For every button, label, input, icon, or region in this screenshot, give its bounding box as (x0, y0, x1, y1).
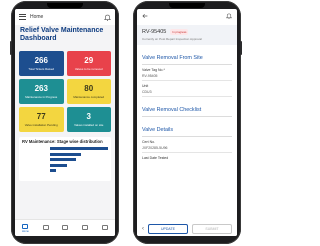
chart-bar-row (22, 168, 108, 174)
phone-notch (169, 3, 205, 8)
chart-bar (50, 158, 77, 162)
valve-tag-label: Valve Tag No.* (142, 68, 165, 72)
nav-label: Home (21, 229, 29, 233)
stat-value: 266 (34, 55, 48, 65)
stat-tile[interactable]: 80 Maintenance completed (66, 79, 111, 104)
bell-icon[interactable] (104, 14, 111, 21)
nav-item[interactable]: Home (21, 223, 29, 233)
nav-icon (42, 225, 49, 230)
volume-button (10, 41, 12, 55)
stat-label: Valves installed on site (74, 122, 104, 127)
stat-label: Maintenance in Progress (25, 94, 58, 99)
stat-label: Valve installation Pending (24, 122, 58, 127)
record-detail-screen: RV-95405 In progress Currently at: Post … (137, 9, 237, 236)
nav-item[interactable] (42, 225, 49, 231)
cert-no-value[interactable]: JXF20285-5U96 (142, 146, 232, 153)
valve-tag-field[interactable]: Valve Tag No.* RV-95405 (142, 68, 232, 81)
stats-grid: 266 Total Tickets Raised 29 Valves to be re… (15, 43, 115, 132)
valve-tag-value[interactable]: RV-95405 (142, 74, 232, 81)
stat-value: 77 (36, 111, 46, 121)
detail-topbar (137, 9, 237, 23)
nav-icon (22, 223, 29, 229)
stat-tile[interactable]: 263 Maintenance in Progress (19, 79, 64, 104)
status-badge: In progress (170, 29, 189, 35)
action-footer: ‹ UPDATE SUBMIT (137, 221, 237, 236)
stat-tile[interactable]: 3 Valves installed on site (66, 107, 111, 132)
last-tested-label: Last Date Tested (142, 156, 169, 160)
bell-icon[interactable] (226, 13, 232, 19)
back-arrow-icon[interactable] (142, 13, 148, 19)
record-header: RV-95405 In progress Currently at: Post … (137, 25, 237, 45)
submit-button[interactable]: SUBMIT (192, 223, 232, 234)
power-button (240, 41, 242, 55)
stat-label: Valves to be removed (74, 66, 103, 71)
section-valve-details[interactable]: Valve Details (142, 127, 232, 137)
stat-tile[interactable]: 266 Total Tickets Raised (19, 51, 64, 76)
chart-bar (50, 147, 108, 151)
nav-item[interactable] (102, 225, 109, 231)
update-button[interactable]: UPDATE (148, 223, 188, 234)
cert-no-label: Cert No. (142, 140, 156, 144)
chart-bar (50, 163, 68, 167)
chevron-left-icon[interactable]: ‹ (142, 226, 144, 232)
nav-item[interactable] (82, 225, 89, 231)
app-topbar: Home (15, 9, 115, 25)
hamburger-menu-icon[interactable] (19, 14, 26, 21)
unit-label: Unit (142, 84, 149, 88)
last-tested-field[interactable]: Last Date Tested (142, 156, 232, 160)
stat-label: Total Tickets Raised (28, 66, 55, 71)
nav-icon (82, 225, 89, 230)
phone-frame-right: RV-95405 In progress Currently at: Post … (133, 1, 242, 244)
cert-no-field[interactable]: Cert No. JXF20285-5U96 (142, 140, 232, 153)
nav-icon (102, 225, 109, 230)
dashboard-screen: Home Relief Valve Maintenance Dashboard … (15, 9, 115, 236)
record-id-row: RV-95405 In progress (142, 29, 232, 35)
unit-field[interactable]: Unit CDU3 (142, 84, 232, 97)
chart-bar (50, 169, 57, 173)
stage-distribution-chart: RV Maintenance: Stage wise distribution (19, 137, 111, 181)
section-valve-removal[interactable]: Valve Removal From Site (142, 55, 232, 65)
phone-frame-left: Home Relief Valve Maintenance Dashboard … (10, 1, 119, 244)
section-removal-checklist[interactable]: Valve Removal Checklist (142, 107, 232, 117)
chart-title: RV Maintenance: Stage wise distribution (22, 139, 103, 144)
topbar-title: Home (30, 14, 44, 20)
chart-bar (50, 152, 81, 156)
stat-tile[interactable]: 29 Valves to be removed (66, 51, 111, 76)
stat-value: 3 (86, 111, 91, 121)
stat-value: 80 (84, 83, 94, 93)
chart-bars (22, 146, 108, 174)
dashboard-title: Relief Valve Maintenance Dashboard (20, 27, 104, 42)
nav-item[interactable] (62, 225, 69, 231)
stat-value: 29 (84, 55, 94, 65)
record-id: RV-95405 (142, 29, 167, 35)
nav-icon (62, 225, 69, 230)
record-subtitle: Currently at: Post Repair Inspection App… (142, 37, 202, 41)
stat-tile[interactable]: 77 Valve installation Pending (19, 107, 64, 132)
stat-label: Maintenance completed (73, 94, 105, 99)
stat-value: 263 (34, 83, 48, 93)
phone-notch (47, 3, 83, 8)
unit-value[interactable]: CDU3 (142, 90, 232, 97)
bottom-navigation: Home (15, 219, 115, 236)
